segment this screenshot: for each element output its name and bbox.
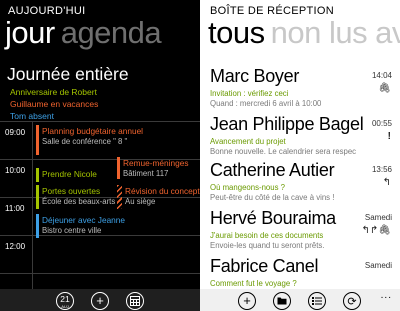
pivot-day[interactable]: jour: [5, 15, 55, 50]
event-title: Révision du concept: [125, 186, 200, 196]
calendar-app-bar: 21 AUJ +: [0, 289, 200, 311]
message-sender: Hervé Bouraima: [210, 208, 336, 228]
calendar-pivot: jour agenda: [5, 15, 162, 51]
day-grid: 09:00 10:00 11:00 12:00 Planning budgéta…: [0, 121, 200, 289]
message-item[interactable]: Marc Boyer Invitation : vérifiez ceci Qu…: [210, 66, 394, 114]
importance-icon: !: [387, 131, 391, 142]
pivot-all[interactable]: tous: [208, 15, 265, 50]
event-title: Prendre Nicole: [42, 169, 97, 179]
event-title: Déjeuner avec Jeanne: [42, 215, 126, 225]
today-day-label: AUJ: [61, 304, 69, 309]
hour-divider: [0, 121, 200, 122]
message-sender: Catherine Autier: [210, 160, 335, 180]
paperclip-icon: 🖇: [378, 83, 391, 94]
mail-pivot: tousnon lus ave: [208, 15, 400, 51]
new-appointment-button[interactable]: +: [91, 292, 109, 310]
event-color-bar: [36, 168, 39, 182]
event-color-bar: [36, 185, 39, 209]
message-item[interactable]: Jean Philippe Bagel Avancement du projet…: [210, 114, 394, 162]
message-time: 13:56: [371, 165, 392, 174]
pivot-unread[interactable]: non lus ave: [271, 15, 400, 50]
hour-label: 11:00: [5, 204, 25, 213]
all-day-event[interactable]: Tom absent: [10, 111, 54, 121]
today-button[interactable]: 21 AUJ: [56, 292, 74, 310]
plus-icon: +: [243, 293, 251, 308]
new-mail-button[interactable]: +: [238, 292, 256, 310]
event-location: Bâtiment 117: [123, 169, 169, 178]
hour-label: 09:00: [5, 128, 26, 137]
calendar-event[interactable]: Planning budgétaire annuel Salle de conf…: [36, 125, 196, 155]
calendar-panel: AUJOURD'HUI jour agenda Journée entière A…: [0, 0, 200, 311]
today-day-number: 21: [60, 294, 70, 304]
folders-button[interactable]: [273, 292, 291, 310]
message-subject: Invitation : vérifiez ceci: [210, 89, 289, 98]
folder-icon: [277, 297, 287, 305]
sync-button[interactable]: ⟳: [343, 292, 361, 310]
more-options-button[interactable]: ...: [381, 290, 392, 301]
calendar-event[interactable]: Remue-méninges Bâtiment 117: [117, 157, 199, 179]
event-location: Salle de conférence " 8 ": [42, 137, 128, 146]
mail-panel: BOÎTE DE RÉCEPTION tousnon lus ave Marc …: [200, 0, 400, 311]
calendar-event[interactable]: Prendre Nicole: [36, 168, 114, 182]
event-tentative-bar: [117, 185, 122, 209]
event-title: Remue-méninges: [123, 158, 189, 168]
event-color-bar: [36, 125, 39, 155]
message-sender: Fabrice Canel: [210, 256, 319, 276]
message-subject: J'aurai besoin de ces documents: [210, 231, 324, 240]
message-preview: Bonne nouvelle. Le calendrier sera respe…: [210, 147, 357, 156]
message-subject: Où mangeons-nous ?: [210, 183, 285, 192]
checklist-icon: [312, 297, 322, 305]
plus-icon: +: [96, 293, 104, 308]
message-preview: Quand : mercredi 6 avril à 10:00: [210, 99, 322, 108]
calendar-grid-icon: [130, 296, 140, 306]
event-location: École des beaux-arts: [42, 197, 116, 206]
sync-icon: ⟳: [347, 296, 357, 308]
reply-icon: ↰: [382, 177, 391, 188]
time-column-divider: [32, 121, 33, 289]
message-sender: Jean Philippe Bagel: [210, 114, 364, 134]
calendar-view-button[interactable]: [126, 292, 144, 310]
message-sender: Marc Boyer: [210, 66, 300, 86]
event-title: Portes ouvertes: [42, 186, 101, 196]
message-preview: Peut-être du côté de la cave à vins !: [210, 193, 335, 202]
event-location: Au siège: [125, 197, 156, 206]
event-color-bar: [36, 214, 39, 238]
message-time: 14:04: [371, 71, 392, 80]
event-location: Bistro centre ville: [42, 226, 102, 235]
calendar-event[interactable]: Déjeuner avec Jeanne Bistro centre ville: [36, 214, 136, 238]
all-day-event[interactable]: Anniversaire de Robert: [10, 87, 97, 97]
message-time: Samedi: [364, 261, 392, 270]
select-button[interactable]: [308, 292, 326, 310]
message-time: 00:55: [371, 119, 392, 128]
event-color-bar: [117, 157, 120, 179]
hour-divider: [0, 273, 200, 274]
calendar-event[interactable]: Révision du concept Au siège: [117, 185, 200, 209]
message-item[interactable]: Hervé Bouraima J'aurai besoin de ces doc…: [210, 208, 394, 256]
hour-label: 12:00: [5, 242, 26, 251]
pivot-agenda[interactable]: agenda: [61, 15, 162, 50]
message-subject: Comment fut le voyage ?: [210, 279, 297, 288]
calendar-event[interactable]: Portes ouvertes École des beaux-arts: [36, 185, 116, 209]
message-item[interactable]: Catherine Autier Où mangeons-nous ? Peut…: [210, 160, 394, 208]
event-title: Planning budgétaire annuel: [42, 126, 144, 136]
message-time: Samedi: [364, 213, 392, 222]
reply-forward-icon: ↰↱🖇: [361, 225, 391, 236]
all-day-heading: Journée entière: [7, 64, 129, 84]
all-day-event[interactable]: Guillaume en vacances: [10, 99, 98, 109]
mail-app-bar: + ⟳ ...: [200, 289, 400, 311]
hour-label: 10:00: [5, 166, 26, 175]
message-subject: Avancement du projet: [210, 137, 286, 146]
message-preview: Envoie-les quand tu seront prêts.: [210, 241, 325, 250]
